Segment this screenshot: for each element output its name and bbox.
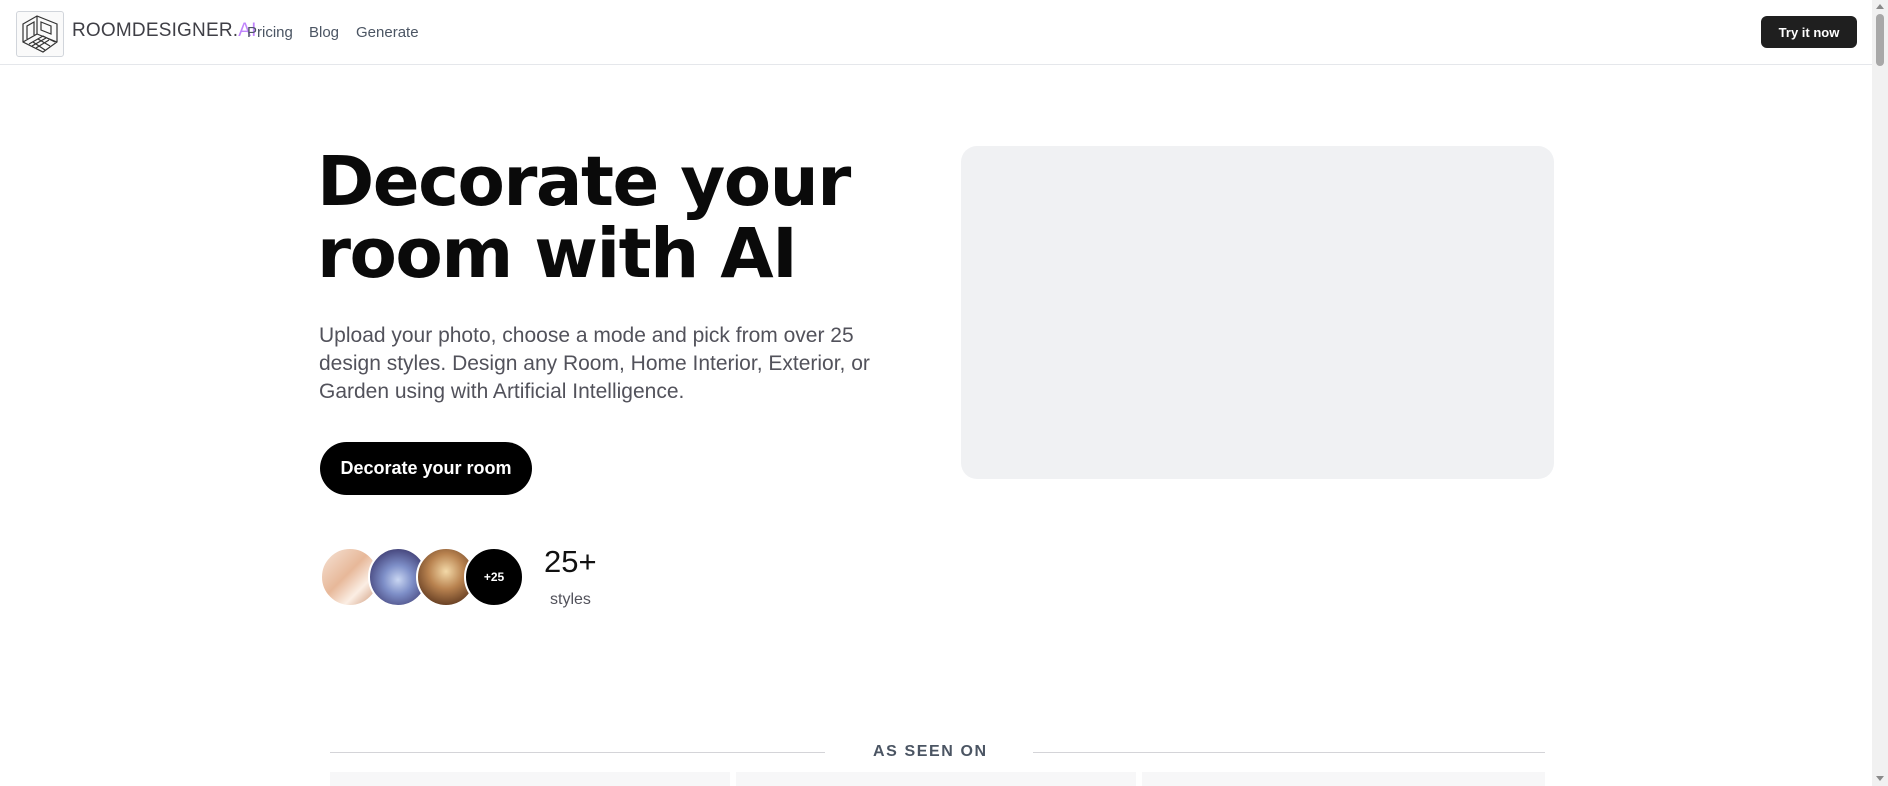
logo-icon[interactable] bbox=[16, 11, 64, 57]
nav-link-generate[interactable]: Generate bbox=[356, 24, 419, 41]
decorate-your-room-button[interactable]: Decorate your room bbox=[320, 442, 532, 495]
top-navbar: ROOMDESIGNER.AI Pricing Blog Generate Tr… bbox=[0, 0, 1872, 65]
as-seen-on-heading: AS SEEN ON bbox=[873, 743, 988, 760]
scrollbar-thumb[interactable] bbox=[1876, 14, 1884, 66]
press-logo-slot-2 bbox=[736, 772, 1136, 786]
nav-link-pricing[interactable]: Pricing bbox=[247, 24, 293, 41]
page-scrollbar[interactable] bbox=[1872, 0, 1888, 786]
brand-name[interactable]: ROOMDESIGNER.AI bbox=[72, 20, 257, 42]
hero-title: Decorate your room with AI bbox=[317, 142, 851, 294]
scroll-up-arrow-icon[interactable] bbox=[1876, 4, 1884, 9]
scroll-down-arrow-icon[interactable] bbox=[1876, 776, 1884, 781]
nav-link-blog[interactable]: Blog bbox=[309, 24, 339, 41]
hero-subtitle: Upload your photo, choose a mode and pic… bbox=[319, 324, 870, 403]
styles-label: styles bbox=[550, 591, 591, 608]
press-logo-slot-3 bbox=[1142, 772, 1545, 786]
divider-right bbox=[1033, 752, 1545, 753]
press-logo-slot-1 bbox=[330, 772, 730, 786]
styles-count: 25+ bbox=[544, 544, 597, 579]
more-styles-badge: +25 bbox=[464, 547, 524, 607]
try-it-now-button[interactable]: Try it now bbox=[1761, 16, 1857, 48]
brand-main: ROOMDESIGNER. bbox=[72, 20, 239, 41]
hero-image-placeholder bbox=[961, 146, 1554, 479]
divider-left bbox=[330, 752, 825, 753]
